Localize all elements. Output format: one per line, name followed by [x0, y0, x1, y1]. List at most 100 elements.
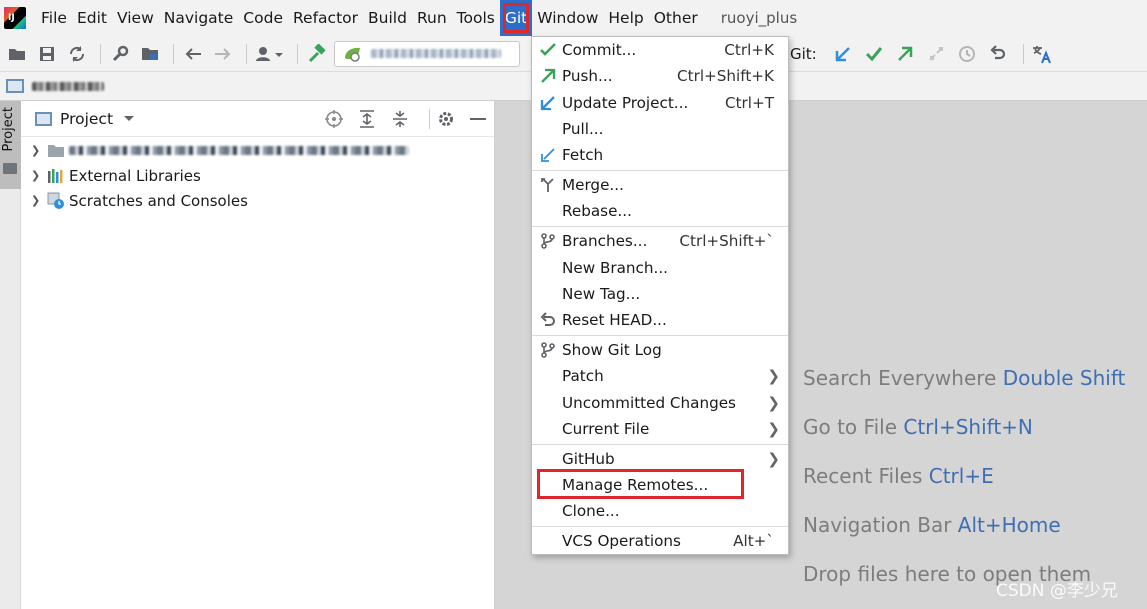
tree-row-project-root[interactable]: ❯	[21, 138, 494, 163]
menu-tools[interactable]: Tools	[452, 0, 500, 36]
user-dropdown-icon[interactable]	[253, 41, 287, 67]
project-folder-icon	[6, 79, 24, 93]
hint-text: Search Everywhere	[803, 366, 997, 390]
menu-git[interactable]: Git	[499, 0, 533, 36]
git-menu-commit[interactable]: Commit... Ctrl+K	[532, 37, 788, 63]
project-tool-button[interactable]: Project	[0, 101, 21, 189]
menu-build[interactable]: Build	[363, 0, 412, 36]
menu-separator	[532, 170, 788, 171]
menu-help[interactable]: Help	[603, 0, 648, 36]
git-dropdown-menu: Commit... Ctrl+K Push... Ctrl+Shift+K Up…	[531, 36, 789, 555]
expand-all-icon[interactable]	[357, 109, 377, 129]
git-toolbar-label: Git:	[790, 45, 817, 63]
git-menu-label: Pull...	[562, 120, 604, 138]
gear-icon[interactable]	[436, 109, 456, 129]
git-menu-branches[interactable]: Branches... Ctrl+Shift+`	[532, 228, 788, 254]
open-folder-icon[interactable]	[4, 41, 30, 67]
toolbar-separator	[429, 108, 430, 129]
folder-icon	[3, 163, 17, 174]
menu-view[interactable]: View	[112, 0, 159, 36]
wrench-icon[interactable]	[107, 41, 133, 67]
git-menu-pull[interactable]: Pull...	[532, 116, 788, 142]
menu-bar: File Edit View Navigate Code Refactor Bu…	[0, 0, 1147, 36]
git-menu-shortcut: Ctrl+Shift+K	[677, 67, 774, 85]
update-project-icon[interactable]	[831, 42, 855, 66]
git-menu-label: Commit...	[562, 41, 637, 59]
hint-recent-files: Recent Files Ctrl+E	[803, 464, 994, 488]
tree-row-external-libraries[interactable]: ❯ External Libraries	[21, 163, 494, 188]
menu-edit[interactable]: Edit	[72, 0, 112, 36]
intellij-logo-icon	[4, 7, 26, 29]
toolbar-separator	[100, 43, 101, 64]
chevron-right-icon[interactable]: ❯	[31, 169, 47, 182]
breadcrumb-project-name[interactable]	[32, 81, 104, 91]
module-folder-icon	[47, 143, 65, 159]
history-clock-icon[interactable]	[955, 42, 979, 66]
git-menu-push[interactable]: Push... Ctrl+Shift+K	[532, 63, 788, 89]
git-menu-label: Uncommitted Changes	[562, 394, 736, 412]
toolbar-separator	[246, 43, 247, 64]
chevron-right-icon[interactable]: ❯	[31, 194, 47, 207]
git-menu-vcs-operations[interactable]: VCS Operations Alt+`	[532, 528, 788, 554]
hint-text: Navigation Bar	[803, 513, 952, 537]
watermark-text: CSDN @李少兄	[996, 581, 1118, 601]
hint-text: Go to File	[803, 415, 897, 439]
git-menu-patch[interactable]: Patch ❯	[532, 363, 788, 389]
git-menu-shortcut: Ctrl+K	[724, 41, 774, 59]
menu-separator	[532, 526, 788, 527]
git-menu-uncommitted-changes[interactable]: Uncommitted Changes ❯	[532, 390, 788, 416]
back-arrow-icon[interactable]	[180, 41, 206, 67]
git-menu-clone[interactable]: Clone...	[532, 498, 788, 524]
menu-separator	[532, 444, 788, 445]
git-menu-merge[interactable]: Merge...	[532, 172, 788, 198]
git-menu-reset-head[interactable]: Reset HEAD...	[532, 307, 788, 333]
git-menu-rebase[interactable]: Rebase...	[532, 198, 788, 224]
commit-check-icon[interactable]	[862, 42, 886, 66]
git-menu-label: New Tag...	[562, 285, 641, 303]
window-project-name: ruoyi_plus	[720, 9, 798, 27]
git-menu-current-file[interactable]: Current File ❯	[532, 416, 788, 442]
spring-boot-icon	[345, 47, 360, 62]
git-menu-new-tag[interactable]: New Tag...	[532, 281, 788, 307]
menu-navigate[interactable]: Navigate	[159, 0, 239, 36]
push-icon[interactable]	[893, 42, 917, 66]
git-menu-label: New Branch...	[562, 259, 669, 277]
chevron-right-icon[interactable]: ❯	[31, 144, 47, 157]
collapse-all-icon[interactable]	[390, 109, 410, 129]
forward-arrow-icon[interactable]	[210, 41, 236, 67]
build-hammer-icon[interactable]	[304, 41, 330, 67]
git-menu-label: Push...	[562, 67, 613, 85]
git-menu-label: Current File	[562, 420, 650, 438]
git-menu-new-branch[interactable]: New Branch...	[532, 255, 788, 281]
git-menu-label: Fetch	[562, 146, 604, 164]
sync-icon[interactable]	[64, 41, 90, 67]
run-configuration-selector[interactable]	[334, 40, 520, 67]
hint-text: Recent Files	[803, 464, 923, 488]
git-menu-fetch[interactable]: Fetch	[532, 142, 788, 168]
translate-icon[interactable]	[1030, 42, 1054, 66]
menu-refactor[interactable]: Refactor	[288, 0, 363, 36]
project-panel-title[interactable]: Project	[60, 110, 113, 128]
menu-code[interactable]: Code	[238, 0, 288, 36]
project-view-icon	[35, 111, 52, 126]
menu-other[interactable]: Other	[649, 0, 703, 36]
menu-window[interactable]: Window	[532, 0, 603, 36]
menu-run[interactable]: Run	[412, 0, 452, 36]
git-log-icon	[538, 340, 558, 360]
git-menu-label: Merge...	[562, 176, 624, 194]
save-icon[interactable]	[34, 41, 60, 67]
git-menu-show-git-log[interactable]: Show Git Log	[532, 337, 788, 363]
toolbar-separator	[297, 43, 298, 64]
minimize-icon[interactable]	[468, 109, 488, 129]
merge-disabled-icon[interactable]	[924, 42, 948, 66]
git-menu-shortcut: Ctrl+T	[724, 94, 774, 112]
project-panel-header: Project	[21, 101, 494, 137]
git-menu-label: Reset HEAD...	[562, 311, 667, 329]
menu-file[interactable]: File	[36, 0, 72, 36]
rollback-icon[interactable]	[986, 42, 1010, 66]
git-menu-update-project[interactable]: Update Project... Ctrl+T	[532, 90, 788, 116]
locate-target-icon[interactable]	[324, 109, 344, 129]
project-structure-icon[interactable]	[137, 41, 163, 67]
chevron-down-icon[interactable]	[123, 115, 135, 123]
tree-row-scratches[interactable]: ❯ Scratches and Consoles	[21, 188, 494, 213]
